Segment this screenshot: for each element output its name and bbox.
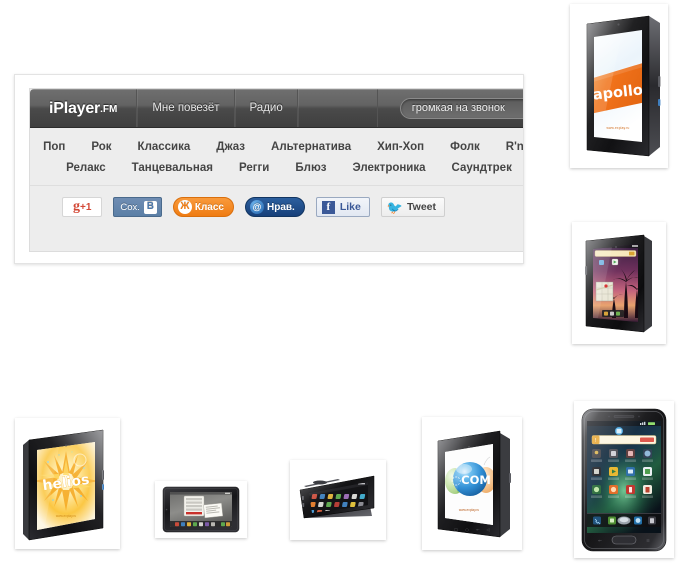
twitter-label: Tweet [407, 201, 436, 213]
genre-row-1: Поп Рок Классика Джаз Альтернатива Хип-Х… [40, 141, 523, 153]
twitter-bird-icon: 🐦 [386, 199, 404, 215]
genre-folk[interactable]: Фолк [437, 141, 493, 153]
google-plus-label: +1 [80, 201, 92, 213]
odnoklassniki-button[interactable]: Ж Класс [172, 197, 234, 217]
apollo-tablet-photo: apollo www.explay.ru [586, 15, 661, 157]
google-plus-button[interactable]: g +1 [62, 197, 103, 217]
black-angled-tablet-photo [299, 475, 375, 519]
widget-header: iPlayer.FM Мне повезёт Радио громкая на … [30, 89, 523, 128]
genre-rock[interactable]: Рок [78, 141, 124, 153]
product-card-helios[interactable]: helios www.explay.ru [15, 418, 120, 549]
product-card-apollo[interactable]: apollo www.explay.ru [570, 4, 668, 168]
facebook-like-button[interactable]: f Like [315, 197, 370, 217]
facebook-icon: f [321, 200, 335, 214]
genre-reggae[interactable]: Регги [226, 162, 282, 174]
genre-row-2: Релакс Танцевальная Регги Блюз Электрони… [40, 162, 523, 174]
iplayer-widget-panel: iPlayer.FM Мне повезёт Радио громкая на … [29, 88, 523, 252]
vkontakte-button[interactable]: Сох. B [113, 197, 162, 217]
mailru-label: Нрав. [266, 201, 295, 213]
page-canvas: iPlayer.FM Мне повезёт Радио громкая на … [0, 0, 683, 565]
mailru-icon: @ [249, 200, 264, 214]
vkontakte-icon: B [143, 200, 157, 214]
product-card-android-sunset[interactable] [572, 222, 666, 344]
brand-logo[interactable]: iPlayer.FM [30, 89, 138, 127]
social-share-row: g +1 Сох. B Ж Класс @ Нрав. f Like 🐦 Twe… [30, 186, 523, 228]
search-area: громкая на звонок [378, 89, 523, 127]
genre-dance[interactable]: Танцевальная [119, 162, 226, 174]
brand-primary: iPlayer [49, 99, 101, 117]
android-sunset-tablet-photo [585, 234, 652, 333]
odnoklassniki-label: Класс [194, 201, 224, 213]
genre-soundtrack[interactable]: Саундтрек [439, 162, 523, 174]
genre-electronic[interactable]: Электроника [339, 162, 438, 174]
genre-relax[interactable]: Релакс [53, 162, 118, 174]
product-card-com[interactable]: ◌COM www.explay.ru □ ○ ← ◁ [422, 417, 522, 550]
header-spacer [297, 89, 378, 127]
genre-list: Поп Рок Классика Джаз Альтернатива Хип-Х… [30, 128, 523, 186]
mailru-button[interactable]: @ Нрав. [244, 197, 305, 217]
genre-alternative[interactable]: Альтернатива [258, 141, 364, 153]
genre-jazz[interactable]: Джаз [203, 141, 258, 153]
genre-rnb[interactable]: R'n'B [493, 141, 523, 153]
small-landscape-tablet-photo [162, 486, 240, 533]
product-card-smartphone[interactable]: ! [574, 401, 674, 558]
search-input[interactable]: громкая на звонок [399, 97, 523, 119]
vkontakte-label: Сох. [120, 201, 140, 213]
facebook-label: Like [339, 201, 361, 213]
product-card-black-tablet[interactable] [290, 460, 386, 540]
iplayer-widget: iPlayer.FM Мне повезёт Радио громкая на … [14, 74, 524, 264]
genre-hiphop[interactable]: Хип-Хоп [364, 141, 437, 153]
nav-tab-radio[interactable]: Радио [234, 89, 298, 127]
brand-suffix: .FM [100, 103, 118, 115]
genre-pop[interactable]: Поп [30, 141, 78, 153]
twitter-tweet-button[interactable]: 🐦 Tweet [380, 197, 445, 217]
android-smartphone-photo: ! [581, 408, 667, 552]
com-tablet-photo: ◌COM www.explay.ru □ ○ ← ◁ [437, 430, 511, 538]
genre-classic[interactable]: Классика [125, 141, 204, 153]
helios-tablet-photo: helios www.explay.ru [23, 429, 104, 541]
google-plus-icon: g [73, 199, 80, 214]
odnoklassniki-icon: Ж [177, 200, 192, 214]
nav-tab-lucky[interactable]: Мне повезёт [137, 89, 235, 127]
genre-blues[interactable]: Блюз [282, 162, 339, 174]
product-card-small-tablet[interactable] [155, 481, 247, 538]
